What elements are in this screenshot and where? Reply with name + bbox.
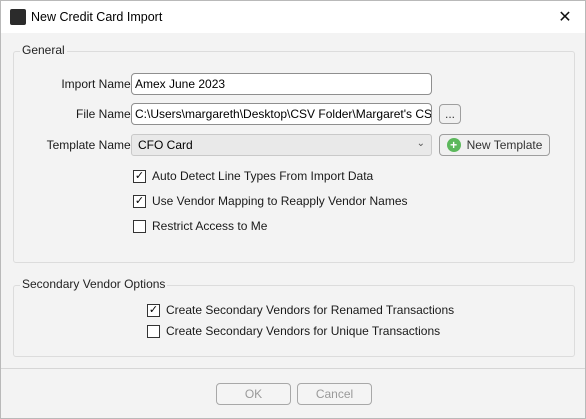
footer-divider — [1, 368, 585, 369]
file-name-field[interactable]: C:\Users\margareth\Desktop\CSV Folder\Ma… — [131, 103, 432, 125]
general-legend: General — [20, 43, 67, 57]
close-icon: ✕ — [558, 8, 572, 26]
window-title: New Credit Card Import — [31, 10, 163, 24]
dialog-window: New Credit Card Import ✕ General Import … — [0, 0, 586, 419]
checkbox-vendor-mapping[interactable]: ✓ Use Vendor Mapping to Reapply Vendor N… — [133, 194, 408, 208]
checkbox-restrict-access[interactable]: Restrict Access to Me — [133, 219, 267, 233]
checkbox-vendor-mapping-box[interactable]: ✓ — [133, 194, 146, 208]
chevron-down-icon: ⌄ — [416, 138, 425, 149]
checkbox-restrict-access-label: Restrict Access to Me — [152, 219, 268, 233]
title-bar: New Credit Card Import ✕ — [1, 1, 585, 33]
template-name-label: Template Name: — [46, 138, 134, 152]
template-name-value: CFO Card — [138, 138, 193, 152]
checkbox-unique-transactions-box[interactable] — [147, 324, 160, 338]
secondary-vendor-legend: Secondary Vendor Options — [20, 277, 168, 291]
close-button[interactable]: ✕ — [545, 1, 585, 32]
checkbox-auto-detect-label: Auto Detect Line Types From Import Data — [152, 169, 374, 183]
checkbox-auto-detect[interactable]: ✓ Auto Detect Line Types From Import Dat… — [133, 169, 373, 183]
general-group: General Import Name: Amex June 2023 File… — [13, 43, 575, 263]
app-icon — [10, 9, 26, 25]
checkbox-vendor-mapping-label: Use Vendor Mapping to Reapply Vendor Nam… — [152, 194, 408, 208]
cancel-button[interactable]: Cancel — [297, 383, 372, 405]
plus-circle-icon: + — [446, 138, 461, 152]
template-name-select[interactable]: CFO Card ⌄ — [131, 134, 432, 156]
checkbox-auto-detect-box[interactable]: ✓ — [133, 169, 146, 183]
import-name-field[interactable]: Amex June 2023 — [131, 73, 432, 95]
secondary-vendor-group: Secondary Vendor Options ✓ Create Second… — [13, 277, 575, 357]
new-template-label: New Template — [466, 138, 543, 152]
checkbox-unique-transactions[interactable]: Create Secondary Vendors for Unique Tran… — [147, 324, 440, 338]
browse-button[interactable]: ... — [439, 104, 461, 124]
checkbox-unique-transactions-label: Create Secondary Vendors for Unique Tran… — [166, 324, 441, 338]
checkbox-renamed-transactions-box[interactable]: ✓ — [147, 303, 160, 317]
checkbox-restrict-access-box[interactable] — [133, 219, 146, 233]
checkbox-renamed-transactions-label: Create Secondary Vendors for Renamed Tra… — [166, 303, 455, 317]
import-name-label: Import Name: — [61, 77, 134, 91]
ok-button[interactable]: OK — [216, 383, 291, 405]
new-template-button[interactable]: + New Template — [439, 134, 550, 156]
file-name-label: File Name: — [75, 107, 134, 121]
checkbox-renamed-transactions[interactable]: ✓ Create Secondary Vendors for Renamed T… — [147, 303, 454, 317]
